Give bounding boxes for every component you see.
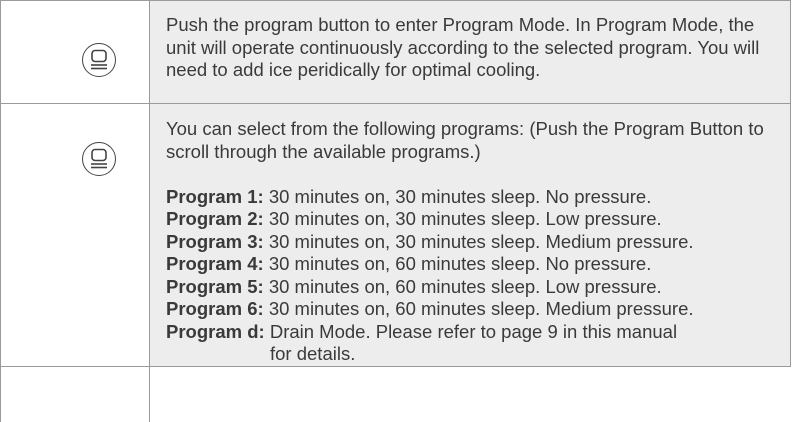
program-item: Program 4: 30 minutes on, 60 minutes sle… <box>166 253 786 276</box>
program-item: Program 1: 30 minutes on, 30 minutes sle… <box>166 186 786 209</box>
row-divider-top <box>0 0 791 1</box>
table-border-right <box>790 0 791 367</box>
program-select-intro: You can select from the following progra… <box>166 118 764 162</box>
program-label: Program 3: <box>166 230 264 252</box>
program-desc: 30 minutes on, 60 minutes sleep. Medium … <box>268 298 694 319</box>
row1-description: Push the program button to enter Program… <box>166 14 786 82</box>
row-divider-middle <box>0 103 791 104</box>
program-label: Program 6: <box>166 298 264 319</box>
program-item: Program d: Drain Mode. Please refer to p… <box>166 321 786 344</box>
table-column-divider <box>149 0 150 422</box>
program-item: Program 2: 30 minutes on, 30 minutes sle… <box>166 208 786 231</box>
program-list: Program 1: 30 minutes on, 30 minutes sle… <box>166 186 786 366</box>
program-label: Program 5: <box>166 275 264 297</box>
program-label: Program 4: <box>166 253 264 274</box>
program-desc: 30 minutes on, 30 minutes sleep. No pres… <box>268 185 652 207</box>
program-item: Program 5: 30 minutes on, 60 minutes sle… <box>166 276 786 299</box>
program-desc: 30 minutes on, 60 minutes sleep. No pres… <box>268 253 652 274</box>
program-label: Program 2: <box>166 208 264 229</box>
program-button-icon <box>82 142 116 176</box>
program-item: Program 6: 30 minutes on, 60 minutes sle… <box>166 298 786 321</box>
program-label: Program 1: <box>166 185 264 207</box>
program-item: Program 3: 30 minutes on, 30 minutes sle… <box>166 231 786 254</box>
program-desc: 30 minutes on, 30 minutes sleep. Low pre… <box>268 208 662 229</box>
program-button-icon <box>82 43 116 77</box>
program-desc: 30 minutes on, 60 minutes sleep. Low pre… <box>268 275 662 297</box>
program-desc-continuation: for details. <box>270 343 356 364</box>
program-label: Program d: <box>166 320 265 342</box>
program-mode-paragraph: Push the program button to enter Program… <box>166 14 760 80</box>
program-desc: Drain Mode. Please refer to page 9 in th… <box>269 320 678 342</box>
row2-description: You can select from the following progra… <box>166 118 786 366</box>
table-border-left <box>0 0 1 422</box>
program-desc: 30 minutes on, 30 minutes sleep. Medium … <box>268 230 694 252</box>
row-divider-bottom <box>0 366 791 367</box>
instruction-table: Push the program button to enter Program… <box>0 0 802 422</box>
